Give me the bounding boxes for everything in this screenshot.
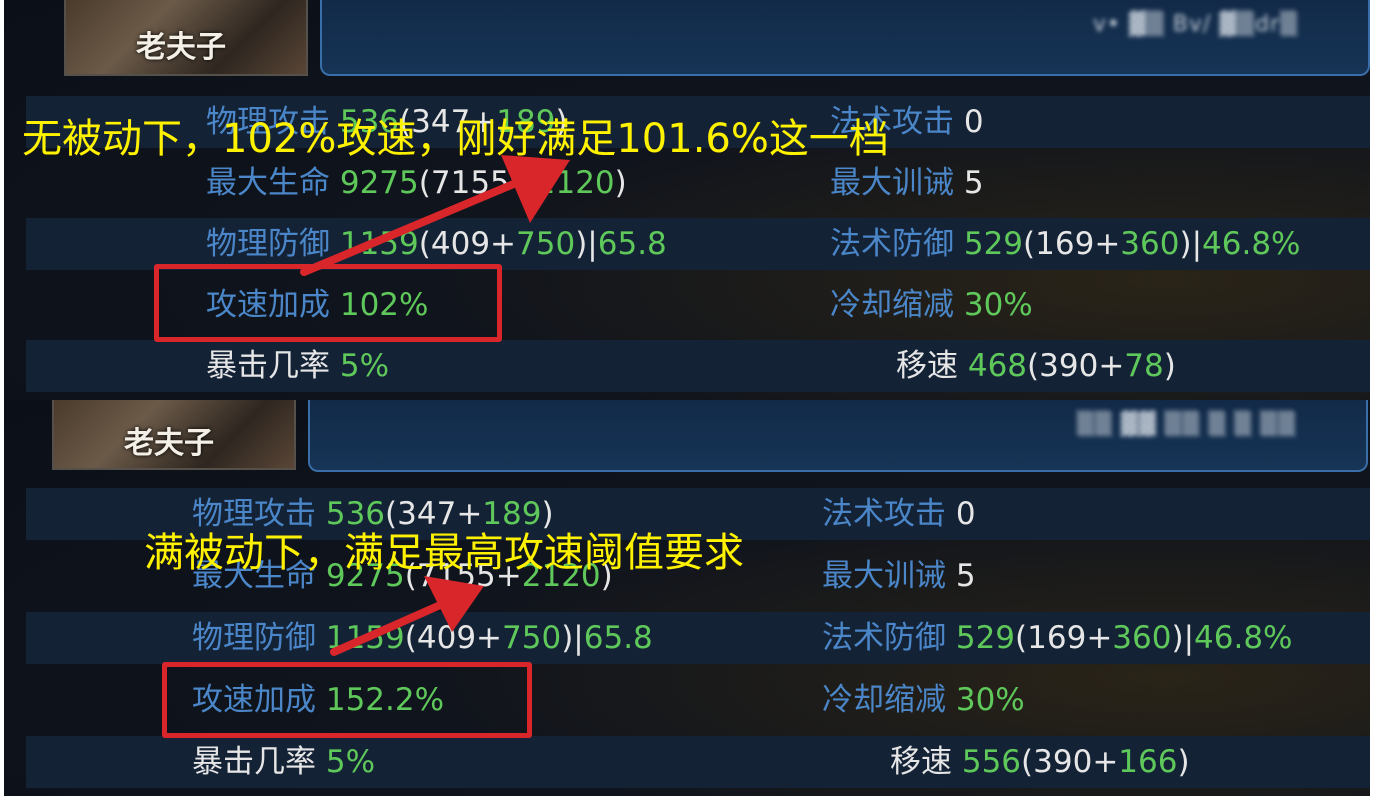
hero-stats-panel-2: 老夫子 ▒▒ ▓▓ ▒▒ ▒ ▒ ▒▒ 物理攻击 536(347+189) 法术… [4, 400, 1370, 796]
hero-stats-panel-1: 老夫子 v• ▓▒ Bv/ ▓▒dr▒ 物理攻击 536(347+189) 法术… [4, 0, 1370, 400]
arrow-annotation [330, 576, 484, 656]
annotation-text: 满被动下，满足最高攻速阈值要求 [144, 530, 744, 576]
arrow-annotation [300, 155, 570, 276]
annotation-text: 无被动下，102%攻速，刚好满足101.6%这一档 [22, 116, 889, 162]
